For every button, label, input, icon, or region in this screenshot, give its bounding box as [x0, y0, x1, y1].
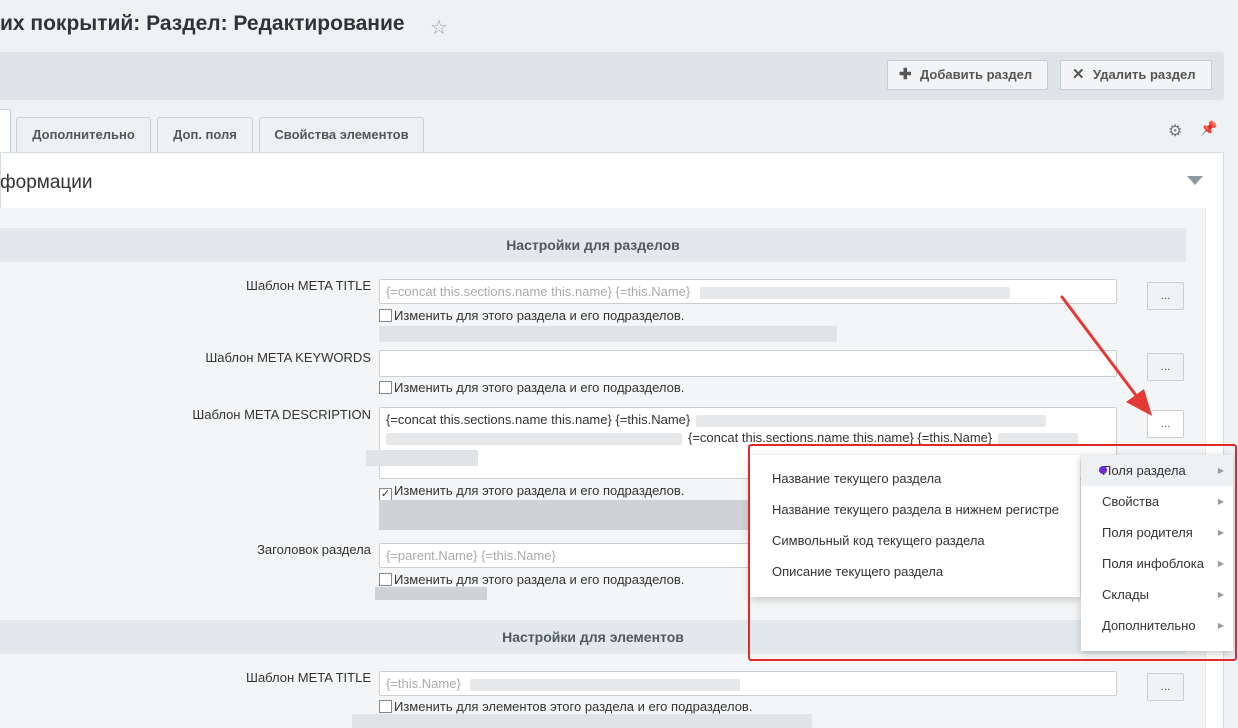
annotation-arrow-icon — [1060, 295, 1152, 416]
